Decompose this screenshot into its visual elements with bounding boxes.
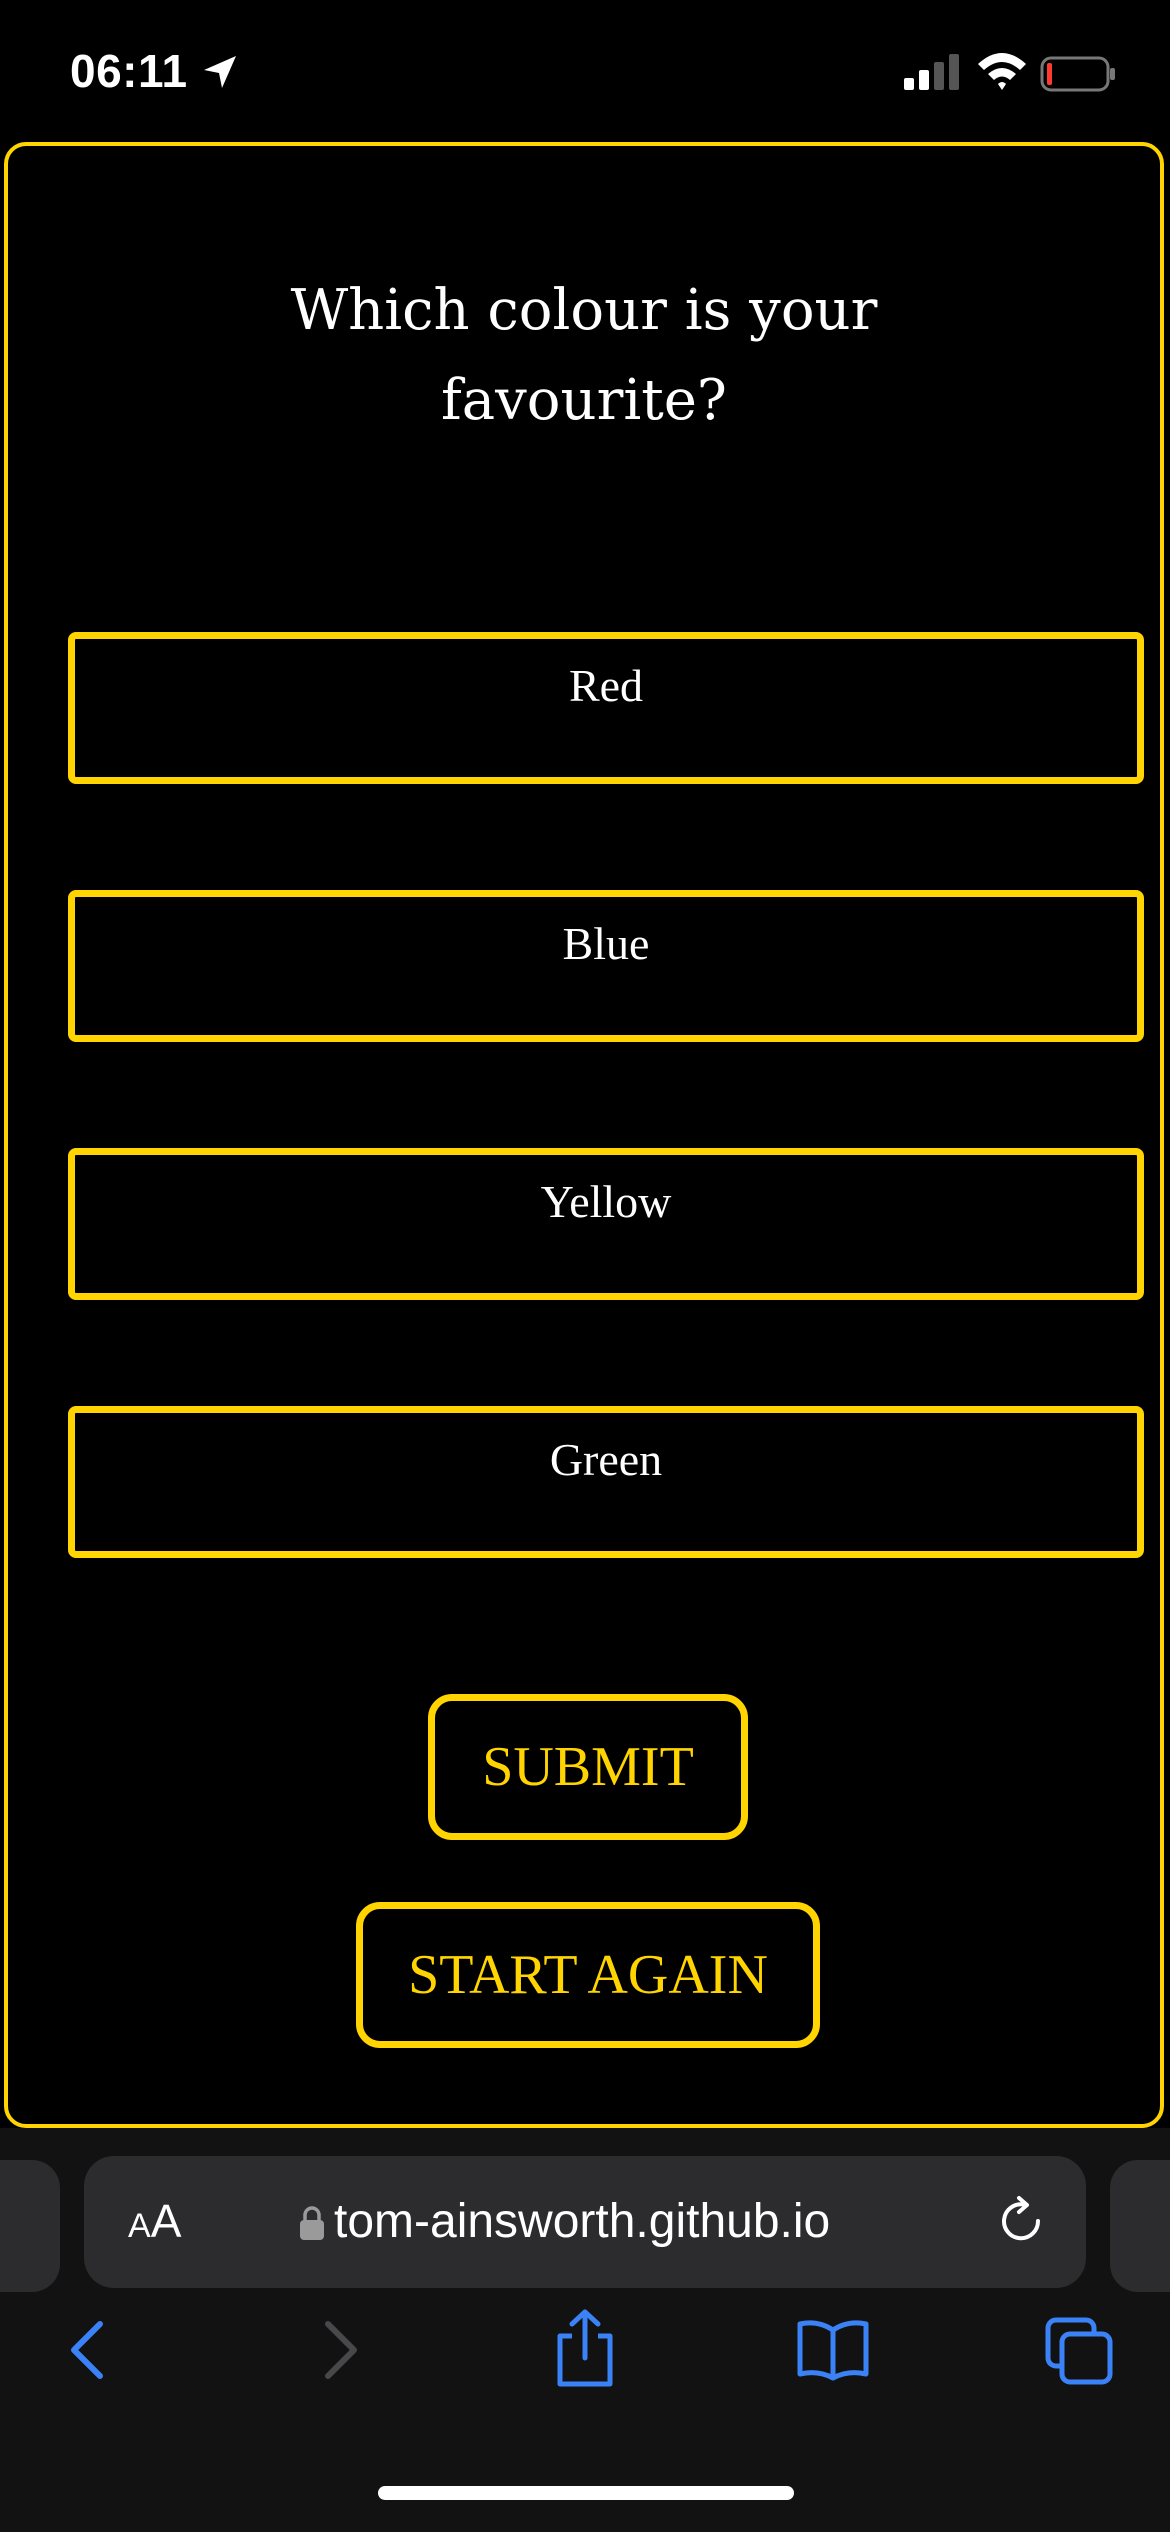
option-green[interactable]: Green bbox=[68, 1406, 1144, 1558]
location-icon bbox=[204, 56, 236, 88]
status-bar: 06:11 bbox=[0, 0, 1170, 140]
aa-small-letter: A bbox=[128, 2207, 151, 2245]
bookmarks-icon[interactable] bbox=[796, 2318, 870, 2382]
home-indicator[interactable] bbox=[378, 2486, 794, 2500]
previous-tab-peek[interactable] bbox=[0, 2160, 60, 2292]
aa-large-letter: A bbox=[150, 2195, 182, 2247]
option-red[interactable]: Red bbox=[68, 632, 1144, 784]
submit-button[interactable]: SUBMIT bbox=[428, 1694, 748, 1840]
next-tab-peek[interactable] bbox=[1110, 2160, 1170, 2292]
page-settings-button[interactable]: AA bbox=[128, 2194, 181, 2248]
share-icon[interactable] bbox=[550, 2308, 620, 2388]
option-blue[interactable]: Blue bbox=[68, 890, 1144, 1042]
tabs-icon[interactable] bbox=[1044, 2316, 1114, 2386]
status-time: 06:11 bbox=[70, 45, 188, 97]
signal-icon bbox=[904, 54, 959, 90]
option-yellow[interactable]: Yellow bbox=[68, 1148, 1144, 1300]
wifi-icon bbox=[978, 53, 1026, 90]
reload-icon[interactable] bbox=[994, 2194, 1048, 2248]
lock-icon bbox=[300, 2206, 324, 2240]
question-text: Which colour is your favourite? bbox=[290, 278, 878, 433]
address-bar[interactable]: AA tom-ainsworth.github.io bbox=[84, 2156, 1086, 2288]
url-text: tom-ainsworth.github.io bbox=[334, 2195, 831, 2248]
start-again-button[interactable]: START AGAIN bbox=[356, 1902, 820, 2048]
quiz-card: Which colour is your favourite? Red Blue… bbox=[4, 142, 1164, 2128]
back-icon[interactable] bbox=[64, 2318, 112, 2382]
battery-icon bbox=[1040, 56, 1115, 92]
forward-icon[interactable] bbox=[316, 2318, 364, 2382]
